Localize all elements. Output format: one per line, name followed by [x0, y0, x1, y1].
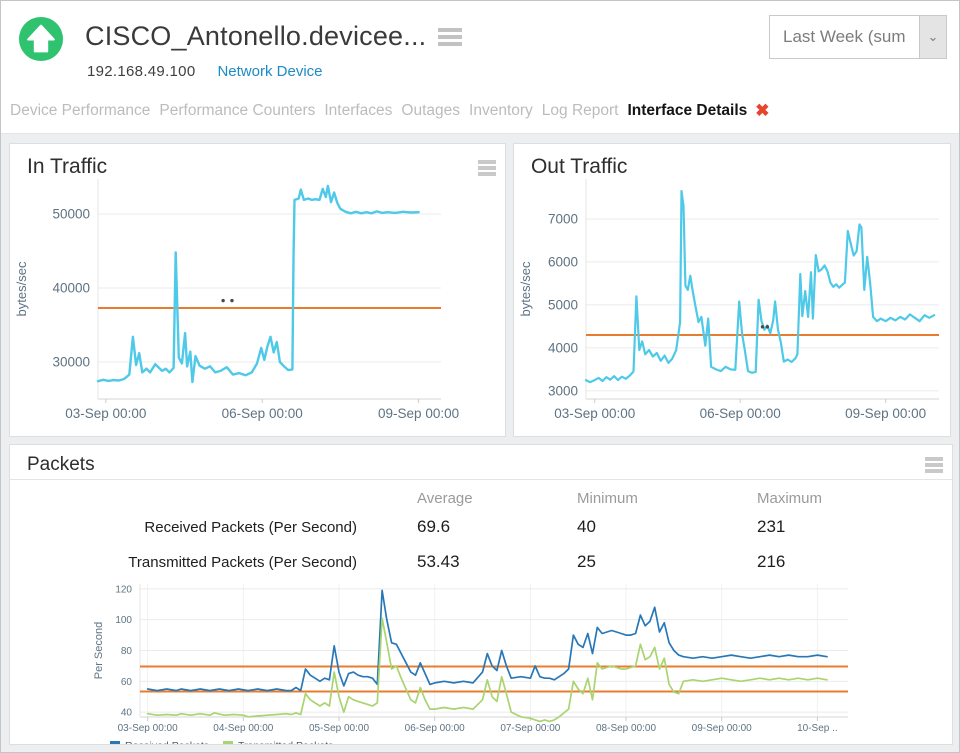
tab-interface-details[interactable]: Interface Details — [628, 102, 748, 119]
svg-text:30000: 30000 — [52, 355, 90, 370]
tab-interfaces[interactable]: Interfaces — [324, 102, 392, 119]
transmitted-minimum: 25 — [520, 545, 700, 580]
col-average: Average — [360, 487, 520, 510]
svg-text:07-Sep 00:00: 07-Sep 00:00 — [500, 723, 560, 734]
packets-title: Packets — [10, 445, 952, 476]
svg-text:7000: 7000 — [548, 212, 578, 227]
tab-device-performance[interactable]: Device Performance — [10, 102, 150, 119]
title-menu-icon[interactable] — [438, 28, 462, 46]
svg-text:120: 120 — [115, 584, 132, 595]
svg-text:09-Sep 00:00: 09-Sep 00:00 — [692, 723, 752, 734]
svg-text:05-Sep 00:00: 05-Sep 00:00 — [309, 723, 369, 734]
packets-menu-icon[interactable] — [925, 457, 943, 473]
transmitted-average: 53.43 — [360, 545, 520, 580]
svg-text:06-Sep 00:00: 06-Sep 00:00 — [700, 406, 781, 421]
time-range-value: Last Week (sum — [770, 16, 919, 58]
in-traffic-panel: In Traffic 30000 40000 50000 03-Sep 00:00 06… — [9, 143, 506, 437]
time-range-select[interactable]: Last Week (sum ⌄ — [769, 15, 947, 59]
svg-text:3000: 3000 — [548, 384, 578, 399]
tab-inventory[interactable]: Inventory — [469, 102, 533, 119]
svg-text:4000: 4000 — [548, 341, 578, 356]
svg-text:03-Sep 00:00: 03-Sep 00:00 — [118, 723, 178, 734]
network-device-link[interactable]: Network Device — [217, 63, 322, 80]
svg-text:40: 40 — [121, 708, 133, 719]
legend-swatch-icon — [110, 741, 120, 745]
device-status-up-icon — [18, 16, 64, 62]
svg-text:Per Second: Per Second — [93, 622, 105, 679]
chevron-down-icon: ⌄ — [919, 16, 946, 58]
svg-text:100: 100 — [115, 615, 132, 626]
col-maximum: Maximum — [700, 487, 952, 510]
svg-text:bytes/sec: bytes/sec — [518, 261, 533, 316]
device-title: CISCO_Antonello.devicee... — [85, 21, 426, 52]
svg-text:08-Sep 00:00: 08-Sep 00:00 — [596, 723, 656, 734]
row-transmitted-label: Transmitted Packets (Per Second) — [10, 545, 360, 580]
in-traffic-chart: 30000 40000 50000 03-Sep 00:00 06-Sep 00:00 0… — [10, 179, 506, 431]
svg-text:09-Sep 00:00: 09-Sep 00:00 — [378, 406, 459, 421]
device-snapshot-window: CISCO_Antonello.devicee... 192.168.49.10… — [0, 0, 960, 753]
device-ip: 192.168.49.100 — [87, 63, 195, 80]
transmitted-maximum: 216 — [700, 545, 952, 580]
header: CISCO_Antonello.devicee... 192.168.49.10… — [1, 1, 959, 134]
tab-bar: Device Performance Performance Counters In… — [10, 101, 956, 121]
svg-text:40000: 40000 — [52, 281, 90, 296]
in-traffic-title: In Traffic — [10, 144, 505, 179]
packets-stats-table: Average Minimum Maximum Received Packets… — [10, 480, 952, 580]
received-maximum: 231 — [700, 510, 952, 545]
svg-text:5000: 5000 — [548, 298, 578, 313]
row-received-label: Received Packets (Per Second) — [10, 510, 360, 545]
packets-legend: Received Packets Transmitted Packets — [110, 740, 952, 745]
svg-text:50000: 50000 — [52, 207, 90, 222]
col-minimum: Minimum — [520, 487, 700, 510]
in-traffic-menu-icon[interactable] — [478, 160, 496, 176]
svg-text:03-Sep 00:00: 03-Sep 00:00 — [554, 406, 635, 421]
out-traffic-chart: 3000 4000 5000 6000 7000 03-Sep 00:00 06-Sep 0… — [514, 179, 951, 431]
svg-text:bytes/sec: bytes/sec — [14, 261, 29, 316]
svg-text:60: 60 — [121, 677, 133, 688]
svg-text:09-Sep 00:00: 09-Sep 00:00 — [845, 406, 926, 421]
tab-log-report[interactable]: Log Report — [542, 102, 619, 119]
packets-chart: 40 60 80 100 120 03-Sep 00:00 04-Sep 00:00 05-S… — [10, 580, 952, 734]
close-tab-icon[interactable]: ✖ — [755, 101, 769, 120]
out-traffic-title: Out Traffic — [514, 144, 950, 179]
legend-transmitted-packets: Transmitted Packets — [223, 740, 333, 745]
legend-received-packets: Received Packets — [110, 740, 209, 745]
svg-text:10-Sep ..: 10-Sep .. — [797, 723, 838, 734]
received-average: 69.6 — [360, 510, 520, 545]
out-traffic-panel: Out Traffic 3000 4000 5000 6000 7000 03-Sep 0… — [513, 143, 951, 437]
received-minimum: 40 — [520, 510, 700, 545]
svg-text:80: 80 — [121, 646, 133, 657]
tab-performance-counters[interactable]: Performance Counters — [159, 102, 315, 119]
legend-swatch-icon — [223, 741, 233, 745]
svg-text:06-Sep 00:00: 06-Sep 00:00 — [222, 406, 303, 421]
packets-panel: Packets Average Minimum Maximum Received… — [9, 444, 953, 745]
svg-text:6000: 6000 — [548, 255, 578, 270]
svg-text:03-Sep 00:00: 03-Sep 00:00 — [65, 406, 146, 421]
svg-text:06-Sep 00:00: 06-Sep 00:00 — [405, 723, 465, 734]
svg-text:04-Sep 00:00: 04-Sep 00:00 — [213, 723, 273, 734]
tab-outages[interactable]: Outages — [401, 102, 460, 119]
